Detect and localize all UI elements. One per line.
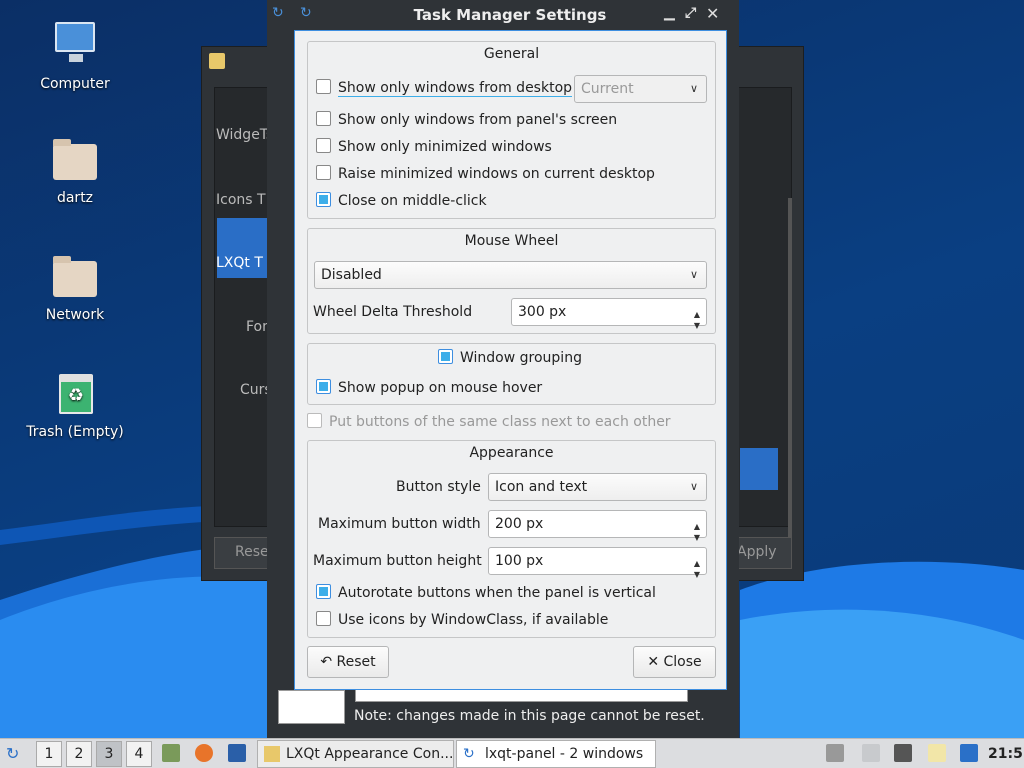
under-input: [355, 690, 688, 702]
apply-button-back[interactable]: Apply: [732, 537, 792, 569]
checkbox-box[interactable]: [316, 79, 331, 94]
appearance-app-icon: [209, 53, 225, 69]
maximize-icon[interactable]: ⤢: [685, 5, 696, 21]
settings-panel: General Show only windows from desktop C…: [294, 30, 727, 690]
home-folder-icon: [53, 139, 97, 180]
workspace-1[interactable]: 1: [36, 741, 62, 767]
close-icon[interactable]: ✕: [706, 4, 719, 23]
max-width-spinbox[interactable]: 200 px ▲ ▼: [488, 510, 707, 542]
desktop-icon-dartz[interactable]: dartz: [25, 138, 125, 206]
appearance-task-icon: [264, 746, 280, 762]
close-button[interactable]: ✕ Close: [633, 646, 716, 678]
desktop-icon-trash[interactable]: ♻ Trash (Empty): [25, 372, 125, 440]
chevron-down-icon: ∨: [689, 480, 698, 493]
firefox-icon[interactable]: [195, 744, 213, 762]
workspace-3[interactable]: 3: [96, 741, 122, 767]
checkbox-box-checked[interactable]: [316, 584, 331, 599]
notification-icon[interactable]: [960, 744, 978, 762]
spin-down-icon[interactable]: ▼: [694, 562, 700, 588]
desktop-icon-computer[interactable]: Computer: [25, 20, 125, 92]
lxqt-menu-icon[interactable]: ↻: [6, 741, 19, 767]
checkbox-show-from-panel-screen[interactable]: Show only windows from panel's screen: [316, 109, 617, 131]
desktop-icon-network[interactable]: Network: [25, 255, 125, 323]
workspace-4[interactable]: 4: [126, 741, 152, 767]
checkbox-box[interactable]: [316, 111, 331, 126]
under-note: Note: changes made in this page cannot b…: [354, 708, 705, 724]
preview-swatch: [740, 448, 778, 490]
task-lxqt-appearance[interactable]: LXQt Appearance Con...: [257, 740, 454, 768]
file-manager-icon[interactable]: [162, 744, 180, 762]
button-style-combo[interactable]: Icon and text ∨: [488, 473, 707, 501]
group-title-general: General: [483, 46, 540, 62]
button-style-label: Button style: [396, 479, 481, 495]
checkbox-box[interactable]: [316, 165, 331, 180]
wheel-threshold-label: Wheel Delta Threshold: [313, 304, 473, 320]
workspace-2[interactable]: 2: [66, 741, 92, 767]
group-appearance: Appearance Button style Icon and text ∨ M…: [307, 440, 716, 638]
clock[interactable]: 21:51: [988, 741, 1024, 767]
show-desktop-icon[interactable]: [228, 744, 246, 762]
group-title-mouse-wheel: Mouse Wheel: [464, 233, 559, 249]
wheel-threshold-spinbox[interactable]: 300 px ▲ ▼: [511, 298, 707, 330]
task-lxqt-panel[interactable]: ↻ lxqt-panel - 2 windows: [456, 740, 656, 768]
checkbox-popup-hover[interactable]: Show popup on mouse hover: [316, 377, 542, 399]
checkbox-box-checked[interactable]: [438, 349, 453, 364]
computer-icon: [55, 22, 95, 62]
network-folder-icon: [53, 256, 97, 297]
checkbox-show-from-desktop[interactable]: Show only windows from desktop: [316, 77, 573, 99]
checkbox-same-class[interactable]: Put buttons of the same class next to ea…: [307, 411, 671, 433]
checkbox-box-disabled[interactable]: [307, 413, 322, 428]
max-height-spinbox[interactable]: 100 px ▲ ▼: [488, 547, 707, 579]
under-white-box: [278, 690, 345, 724]
volume-icon[interactable]: [862, 744, 880, 762]
checkbox-box[interactable]: [316, 611, 331, 626]
reset-button[interactable]: ↶ Reset: [307, 646, 389, 678]
network-icon[interactable]: [894, 744, 912, 762]
group-mouse-wheel: Mouse Wheel Disabled ∨ Wheel Delta Thresh…: [307, 228, 716, 334]
scrollbar[interactable]: [788, 198, 792, 538]
clipboard-icon[interactable]: [928, 744, 946, 762]
checkbox-close-middle-click[interactable]: Close on middle-click: [316, 190, 487, 212]
checkbox-box-checked[interactable]: [316, 192, 331, 207]
chevron-down-icon: ∨: [689, 268, 698, 281]
group-title-appearance: Appearance: [469, 445, 554, 461]
chevron-down-icon: ∨: [689, 82, 698, 95]
dialog-titlebar[interactable]: ↻ ↻ Task Manager Settings ▁ ⤢ ✕: [267, 0, 739, 30]
checkbox-box[interactable]: [316, 138, 331, 153]
task-manager-settings-dialog[interactable]: ↻ ↻ Task Manager Settings ▁ ⤢ ✕ General …: [267, 0, 739, 738]
max-width-label: Maximum button width: [318, 516, 481, 532]
group-window-grouping: Window grouping Show popup on mouse hove…: [307, 343, 716, 405]
checkbox-window-class-icons[interactable]: Use icons by WindowClass, if available: [316, 609, 608, 631]
checkbox-box-checked[interactable]: [316, 379, 331, 394]
group-general: General Show only windows from desktop C…: [307, 41, 716, 219]
checkbox-raise-minimized[interactable]: Raise minimized windows on current deskt…: [316, 163, 655, 185]
lxqt-panel-task-icon: ↻: [463, 746, 475, 762]
trash-icon: ♻: [59, 374, 93, 414]
taskbar: ↻ 1 2 3 4 LXQt Appearance Con... ↻ lxqt-p…: [0, 738, 1024, 768]
desktop-combo[interactable]: Current ∨: [574, 75, 707, 103]
checkbox-show-minimized[interactable]: Show only minimized windows: [316, 136, 552, 158]
dialog-title: Task Manager Settings: [413, 6, 607, 24]
max-height-label: Maximum button height: [313, 553, 482, 569]
close-x-icon: ✕: [647, 654, 664, 670]
checkbox-autorotate[interactable]: Autorotate buttons when the panel is ver…: [316, 582, 656, 604]
reset-button-back[interactable]: Rese: [214, 537, 274, 569]
undo-icon: ↶: [320, 654, 337, 670]
mouse-wheel-combo[interactable]: Disabled ∨: [314, 261, 707, 289]
update-icon[interactable]: [826, 744, 844, 762]
spin-down-icon[interactable]: ▼: [694, 313, 700, 339]
minimize-icon[interactable]: ▁: [664, 5, 675, 21]
checkbox-window-grouping[interactable]: Window grouping: [438, 347, 582, 369]
